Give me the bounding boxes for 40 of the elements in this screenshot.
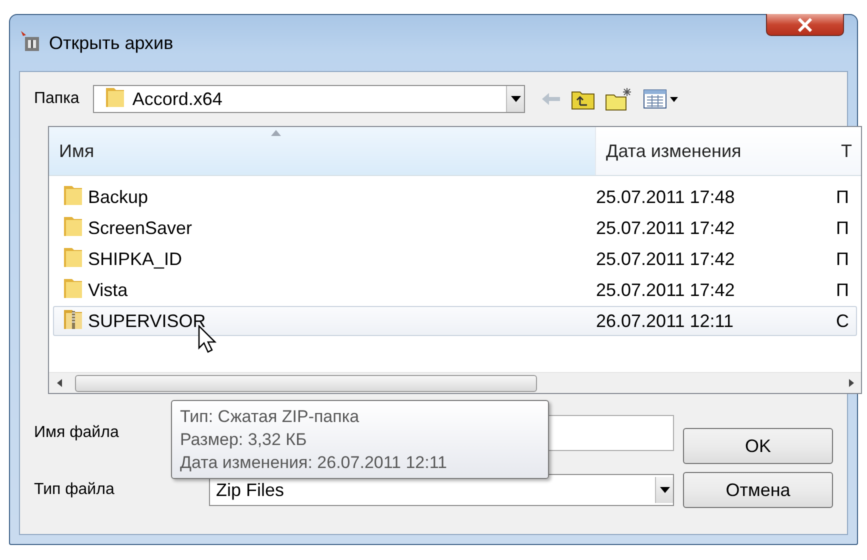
- dropdown-arrow-icon[interactable]: [510, 96, 521, 102]
- file-row[interactable]: Backup 25.07.2011 17:48 П: [53, 182, 857, 212]
- file-type-label: Тип файла: [34, 481, 116, 499]
- new-folder-icon[interactable]: [605, 87, 634, 111]
- file-name: SHIPKA_ID: [88, 249, 182, 270]
- ok-button[interactable]: OK: [683, 428, 833, 464]
- file-name: ScreenSaver: [88, 218, 192, 239]
- file-row[interactable]: SUPERVISOR 26.07.2011 12:11 С: [53, 306, 857, 336]
- cancel-button[interactable]: Отмена: [683, 472, 833, 508]
- modified-date: 26.07.2011 12:11: [596, 311, 734, 332]
- file-type: П: [836, 249, 850, 270]
- file-row[interactable]: Vista 25.07.2011 17:42 П: [53, 275, 857, 305]
- file-type: П: [836, 218, 850, 239]
- modified-date: 25.07.2011 17:42: [596, 249, 736, 270]
- horizontal-scrollbar[interactable]: [49, 372, 861, 393]
- close-icon[interactable]: [797, 18, 813, 32]
- file-type: П: [836, 187, 850, 208]
- look-in-label: Папка: [34, 90, 80, 108]
- column-header[interactable]: Дата изменения: [595, 127, 835, 175]
- file-tooltip: Тип: Сжатая ZIP-папка Размер: 3,32 КБ Дата изменения: 26.07.2011 12:11: [171, 400, 549, 479]
- file-row[interactable]: ScreenSaver 25.07.2011 17:42 П: [53, 213, 857, 243]
- dropdown-arrow-icon[interactable]: [660, 487, 670, 493]
- close-button[interactable]: [766, 14, 844, 36]
- modified-date: 25.07.2011 17:48: [596, 187, 736, 208]
- file-name: SUPERVISOR: [88, 311, 206, 332]
- file-row[interactable]: SHIPKA_ID 25.07.2011 17:42 П: [53, 244, 857, 274]
- scroll-left-icon[interactable]: [56, 379, 62, 387]
- file-name-label: Имя файла: [34, 424, 120, 442]
- file-type: С: [836, 311, 850, 332]
- modified-date: 25.07.2011 17:42: [596, 280, 736, 301]
- look-in-dropdown[interactable]: Accord.x64: [93, 85, 526, 113]
- column-header[interactable]: Имя: [49, 127, 595, 175]
- view-menu-icon[interactable]: [643, 89, 680, 109]
- modified-date: 25.07.2011 17:42: [596, 218, 736, 239]
- column-header[interactable]: Т: [835, 127, 859, 175]
- file-type: П: [836, 280, 850, 301]
- sort-arrow-icon: [271, 130, 281, 136]
- file-name: Vista: [88, 280, 128, 301]
- window-title: Открыть архив: [49, 32, 174, 54]
- file-name: Backup: [88, 187, 148, 208]
